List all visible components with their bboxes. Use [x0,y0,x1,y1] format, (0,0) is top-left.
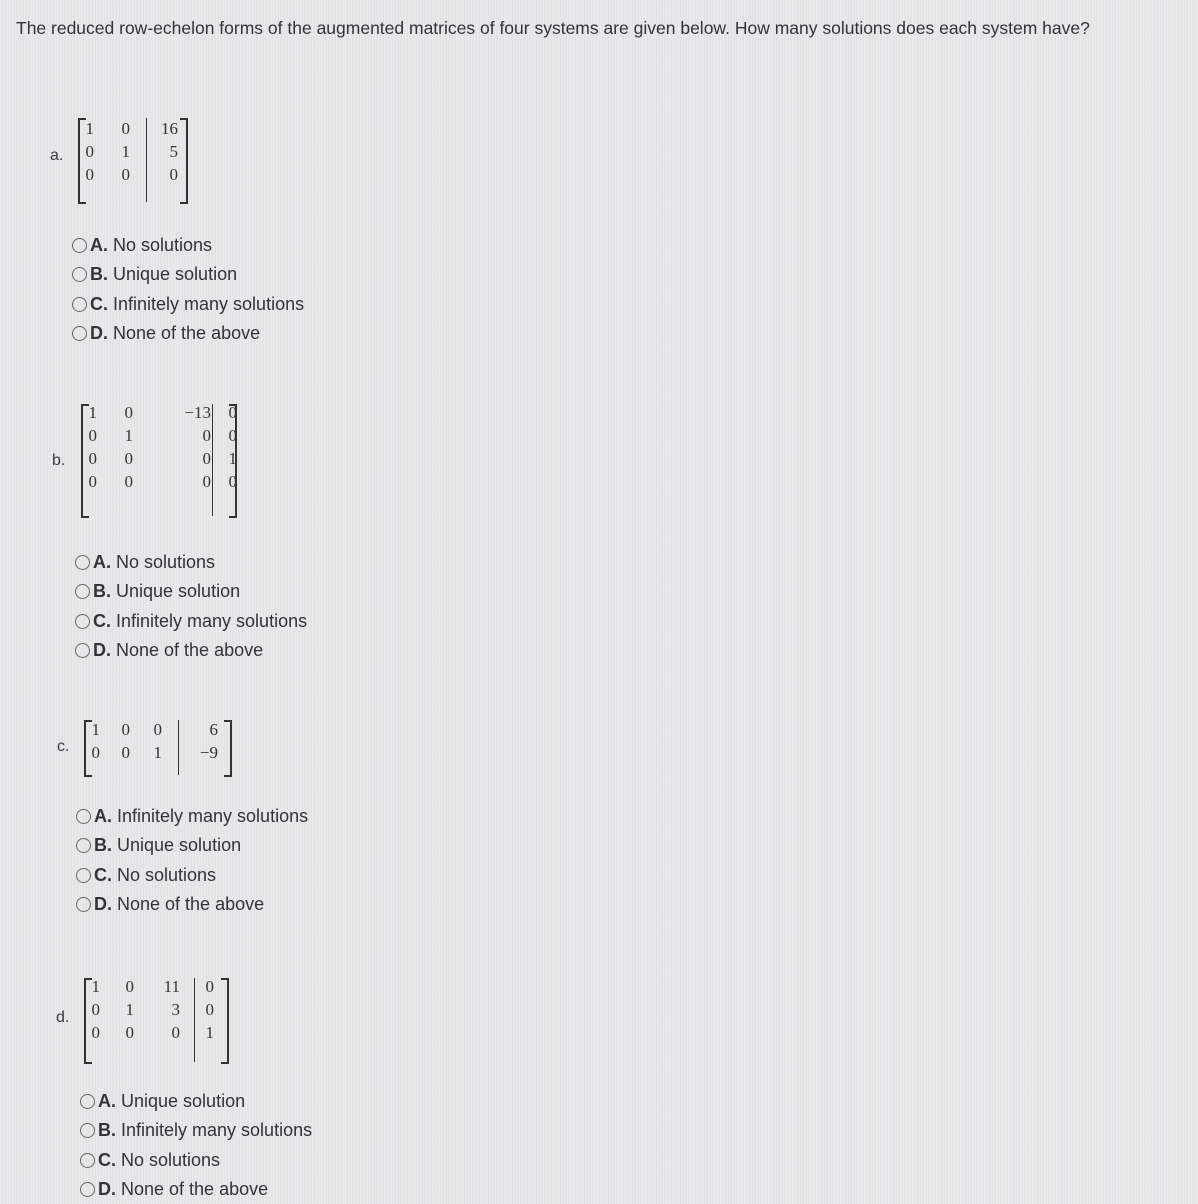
radio-button[interactable] [76,838,91,854]
matrix-cell: 0 [88,449,98,468]
radio-button[interactable] [72,296,87,312]
option-a-B[interactable]: B. Unique solution [72,260,304,289]
option-b-C[interactable]: C. Infinitely many solutions [75,607,307,636]
matrix-cell: 1 [205,1023,215,1042]
radio-button[interactable] [72,267,87,283]
matrix-cell: 0 [153,720,163,739]
radio-button[interactable] [76,897,91,913]
option-b-D[interactable]: D. None of the above [75,636,307,665]
part-c-label: c. [57,738,70,755]
option-a-C[interactable]: C. Infinitely many solutions [72,290,304,319]
radio-button[interactable] [80,1152,95,1168]
matrix-cell: 0 [124,472,134,491]
matrix-cell: 1 [91,720,101,739]
option-a-A[interactable]: A. No solutions [72,231,304,260]
matrix-cell: 0 [228,403,238,422]
radio-button[interactable] [72,238,87,254]
matrix-cell: 1 [124,426,134,445]
part-c-options: A. Infinitely many solutions B. Unique sol… [76,802,308,919]
matrix-cell: 0 [85,165,95,184]
matrix-cell: 1 [91,977,101,996]
matrix-a: 1 0 16 0 1 5 0 0 0 [80,117,184,186]
matrix-cell: 0 [121,119,131,138]
matrix-cell: 0 [91,1000,101,1019]
matrix-cell: 0 [125,1023,135,1042]
matrix-cell: 1 [125,1000,135,1019]
matrix-cell: 0 [202,426,212,445]
option-c-A[interactable]: A. Infinitely many solutions [76,802,308,831]
matrix-cell: 0 [121,720,131,739]
option-d-A[interactable]: A. Unique solution [80,1087,312,1116]
radio-button[interactable] [75,643,90,659]
matrix-b: 1 0 −13 0 0 1 0 0 0 0 0 1 0 0 0 0 [83,401,243,493]
matrix-cell: 0 [124,403,134,422]
option-d-C[interactable]: C. No solutions [80,1146,312,1175]
matrix-cell: 0 [88,426,98,445]
part-b-options: A. No solutions B. Unique solution C. Infin… [75,548,307,665]
matrix-cell: 0 [169,165,179,184]
option-c-C[interactable]: C. No solutions [76,861,308,890]
matrix-d-right-bracket [221,978,229,1064]
radio-button[interactable] [80,1123,95,1139]
matrix-cell: 0 [202,449,212,468]
part-a-label: a. [50,147,64,164]
matrix-cell: 0 [121,743,131,762]
matrix-cell: 0 [91,743,101,762]
part-b-label: b. [52,452,66,469]
radio-button[interactable] [75,555,90,571]
part-d-label: d. [56,1009,70,1026]
radio-button[interactable] [76,867,91,883]
matrix-c: 1 0 0 6 0 0 1 −9 [86,718,224,764]
matrix-cell: 1 [228,449,238,468]
option-d-B[interactable]: B. Infinitely many solutions [80,1116,312,1145]
matrix-cell: 1 [153,743,163,762]
matrix-cell: 16 [161,119,178,138]
option-a-D[interactable]: D. None of the above [72,319,304,348]
matrix-cell: 0 [125,977,135,996]
part-d-options: A. Unique solution B. Infinitely many solu… [80,1087,312,1204]
matrix-cell: 0 [228,426,238,445]
matrix-cell: 1 [88,403,98,422]
part-a-options: A. No solutions B. Unique solution C. Infin… [72,231,304,348]
matrix-cell: 11 [163,977,180,996]
matrix-cell: 1 [121,142,131,161]
matrix-c-right-bracket [224,720,232,777]
question-text: The reduced row-echelon forms of the aug… [16,18,1090,38]
radio-button[interactable] [72,326,87,342]
matrix-cell: 0 [124,449,134,468]
matrix-cell: 6 [209,720,219,739]
matrix-cell: 0 [202,472,212,491]
matrix-cell: 1 [85,119,95,138]
radio-button[interactable] [75,613,90,629]
option-c-B[interactable]: B. Unique solution [76,831,308,860]
matrix-d: 1 0 11 0 0 1 3 0 0 0 0 1 [86,975,220,1044]
option-c-D[interactable]: D. None of the above [76,890,308,919]
matrix-cell: 0 [121,165,131,184]
matrix-cell: −13 [184,403,211,422]
matrix-cell: −9 [199,743,218,762]
matrix-cell: 0 [91,1023,101,1042]
radio-button[interactable] [80,1182,95,1198]
radio-button[interactable] [75,584,90,600]
radio-button[interactable] [76,809,91,825]
matrix-cell: 0 [85,142,95,161]
matrix-cell: 0 [205,977,215,996]
option-b-A[interactable]: A. No solutions [75,548,307,577]
matrix-cell: 3 [171,1000,181,1019]
matrix-cell: 0 [171,1023,181,1042]
matrix-cell: 5 [169,142,179,161]
matrix-cell: 0 [228,472,238,491]
option-b-B[interactable]: B. Unique solution [75,577,307,606]
radio-button[interactable] [80,1094,95,1110]
matrix-cell: 0 [205,1000,215,1019]
matrix-cell: 0 [88,472,98,491]
